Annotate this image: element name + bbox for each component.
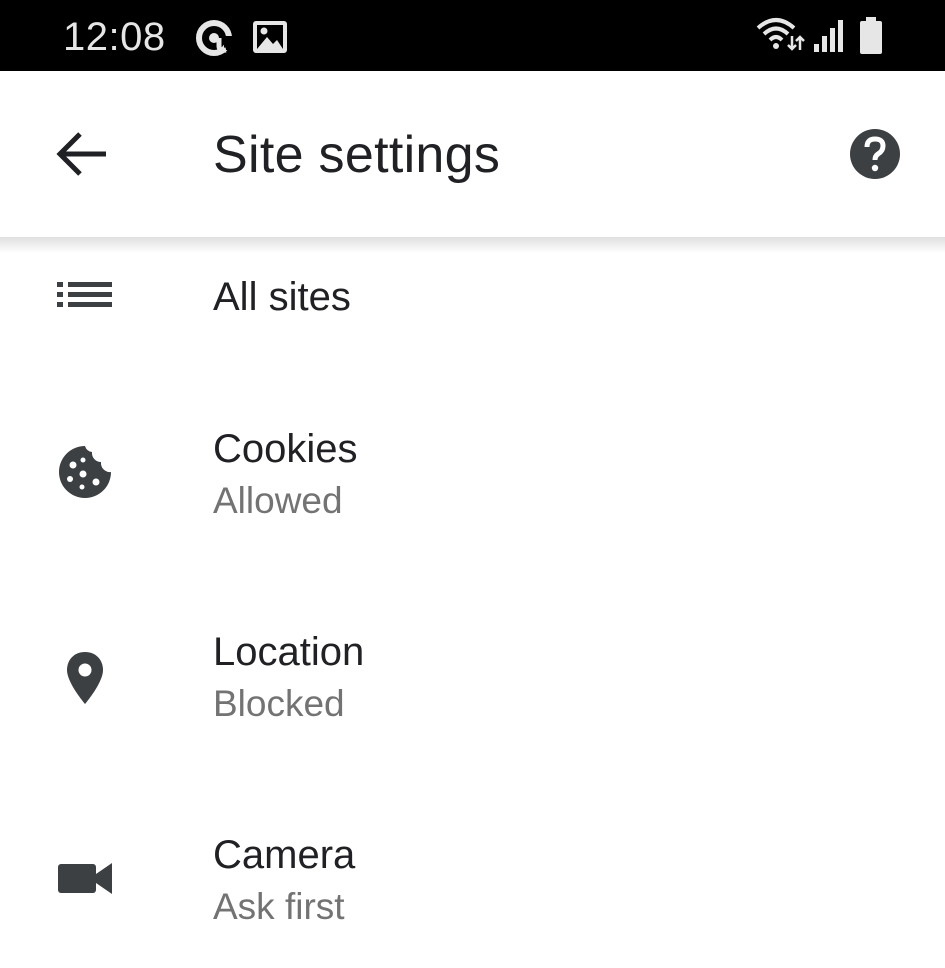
page-title: Site settings <box>213 126 501 184</box>
list-item-title: Location <box>213 630 365 674</box>
back-button[interactable] <box>44 115 122 193</box>
wifi-icon <box>756 16 806 56</box>
list-item-status: Blocked <box>213 683 345 724</box>
signal-icon <box>814 18 846 54</box>
arrow-back-icon <box>44 132 122 197</box>
image-icon <box>252 20 288 54</box>
videocam-icon <box>54 847 116 909</box>
list-item-title: All sites <box>213 275 351 319</box>
status-time: 12:08 <box>63 15 166 59</box>
list-item-status: Allowed <box>213 480 343 521</box>
list-item-all-sites[interactable]: All sites <box>0 237 945 357</box>
help-icon <box>840 129 910 193</box>
list-icon <box>54 264 116 326</box>
list-item-title: Cookies <box>213 427 358 471</box>
help-button[interactable] <box>840 119 910 189</box>
location-pin-icon <box>54 646 116 708</box>
list-item-location[interactable]: Location Blocked <box>0 590 945 750</box>
list-item-camera[interactable]: Camera Ask first <box>0 793 945 953</box>
app-bar: Site settings <box>0 71 945 237</box>
battery-icon <box>858 16 884 56</box>
at-sign-icon <box>194 18 234 58</box>
cookie-icon <box>54 441 116 503</box>
list-item-cookies[interactable]: Cookies Allowed <box>0 387 945 547</box>
status-bar: 12:08 <box>0 0 945 71</box>
list-item-title: Camera <box>213 833 356 877</box>
list-item-status: Ask first <box>213 886 345 927</box>
